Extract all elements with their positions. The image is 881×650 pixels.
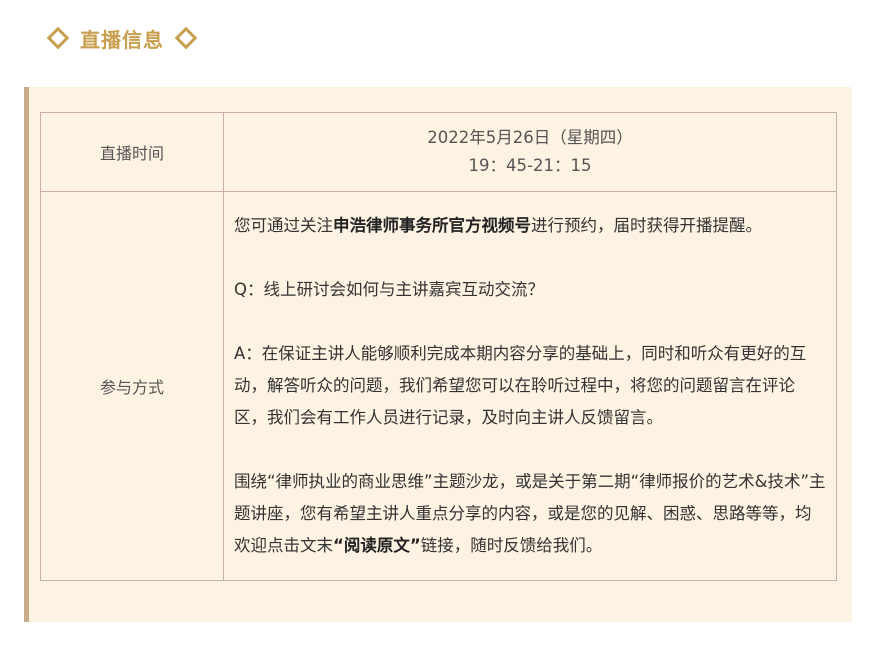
feedback-paragraph: 围绕“律师执业的商业思维”主题沙龙，或是关于第二期“律师报价的艺术&技术”主题讲… (234, 466, 827, 562)
follow-text: 您可通过关注 (234, 216, 333, 235)
table-row-time: 直播时间 2022年5月26日（星期四） 19：45-21：15 (40, 112, 837, 192)
follow-text-end: 进行预约，届时获得开播提醒。 (531, 216, 762, 235)
table-row-method: 参与方式 您可通过关注申浩律师事务所官方视频号进行预约，届时获得开播提醒。 Q：… (40, 191, 837, 581)
info-table: 直播时间 2022年5月26日（星期四） 19：45-21：15 参与方式 您可… (40, 112, 837, 581)
question-paragraph: Q：线上研讨会如何与主讲嘉宾互动交流？ (234, 280, 544, 299)
method-label: 参与方式 (40, 191, 224, 581)
diamond-icon (174, 26, 198, 50)
follow-paragraph: 您可通过关注申浩律师事务所官方视频号进行预约，届时获得开播提醒。 (234, 210, 827, 242)
answer-paragraph: A：在保证主讲人能够顺利完成本期内容分享的基础上，同时和听众有更好的互动，解答听… (234, 344, 807, 427)
method-content: 您可通过关注申浩律师事务所官方视频号进行预约，届时获得开播提醒。 Q：线上研讨会… (223, 191, 837, 581)
section-title: 直播信息 (80, 27, 164, 52)
official-channel-name: 申浩律师事务所官方视频号 (333, 216, 531, 235)
date-text: 2022年5月26日（星期四） (427, 128, 633, 147)
info-panel: 直播时间 2022年5月26日（星期四） 19：45-21：15 参与方式 您可… (24, 87, 852, 622)
time-text: 19：45-21：15 (468, 156, 592, 175)
read-original-link[interactable]: “阅读原文” (333, 536, 421, 555)
time-value: 2022年5月26日（星期四） 19：45-21：15 (223, 112, 837, 192)
section-header: 直播信息 (46, 22, 198, 54)
time-label: 直播时间 (40, 112, 224, 192)
feedback-text-end: 链接，随时反馈给我们。 (420, 536, 603, 555)
diamond-icon (46, 26, 70, 50)
